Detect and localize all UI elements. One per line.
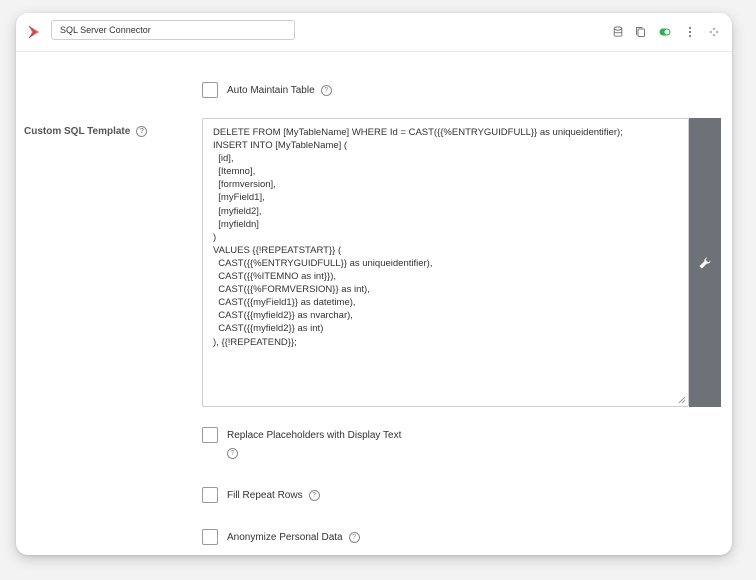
wrench-icon: [699, 256, 711, 268]
sql-line: CAST({{myfield2}} as nvarchar),: [213, 310, 353, 322]
sql-line: CAST({{%FORMVERSION}} as int),: [213, 284, 370, 296]
sql-line: CAST({{%ENTRYGUIDFULL}} as uniqueidentif…: [213, 257, 433, 269]
anonymize-checkbox[interactable]: [202, 529, 218, 545]
fill-repeat-checkbox[interactable]: [202, 487, 218, 503]
anonymize-label: Anonymize Personal Data: [227, 531, 343, 543]
help-icon[interactable]: ?: [136, 126, 148, 137]
fill-repeat-row: Fill Repeat Rows ?: [202, 487, 320, 503]
sql-line: [formversion],: [213, 179, 276, 191]
replace-placeholders-label: Replace Placeholders with Display Text: [227, 429, 402, 441]
help-icon[interactable]: ?: [308, 489, 320, 501]
auto-maintain-label: Auto Maintain Table: [227, 84, 315, 96]
toggle-icon[interactable]: [658, 25, 672, 39]
help-icon[interactable]: ?: [320, 84, 332, 96]
sql-line: CAST({{myfield2}} as int): [213, 323, 324, 335]
auto-maintain-checkbox[interactable]: [202, 82, 218, 98]
sql-line: ): [213, 231, 217, 243]
sql-builder-button[interactable]: [689, 118, 721, 407]
card-header: [16, 13, 732, 52]
connector-card: Auto Maintain Table ? Custom SQL Templat…: [16, 13, 732, 555]
sql-line: [Itemno],: [213, 166, 256, 178]
help-icon[interactable]: ?: [227, 448, 238, 459]
database-icon[interactable]: [611, 25, 625, 39]
custom-sql-label: Custom SQL Template ?: [24, 126, 148, 137]
custom-sql-label-text: Custom SQL Template: [24, 126, 131, 137]
connector-name-input[interactable]: [51, 20, 295, 40]
move-icon[interactable]: [707, 25, 721, 39]
sql-line: INSERT INTO [MyTableName] (: [213, 140, 348, 152]
sql-line: [myField1],: [213, 192, 265, 204]
anonymize-row: Anonymize Personal Data ?: [202, 529, 360, 545]
help-icon[interactable]: ?: [348, 531, 360, 543]
sql-line: VALUES {{!REPEATSTART}} (: [213, 244, 342, 256]
replace-placeholders-checkbox[interactable]: [202, 427, 218, 443]
resize-handle-icon[interactable]: [678, 396, 686, 404]
sql-line: ), {{!REPEATEND}};: [213, 336, 297, 348]
sql-line: [myfield2],: [213, 205, 262, 217]
auto-maintain-row: Auto Maintain Table ?: [202, 82, 332, 98]
sql-line: [id],: [213, 153, 234, 165]
sql-line: CAST({{myField1}} as datetime),: [213, 297, 356, 309]
sql-line: DELETE FROM [MyTableName] WHERE Id = CAS…: [213, 127, 623, 138]
connector-logo-icon: [28, 25, 39, 39]
copy-icon[interactable]: [633, 25, 647, 39]
more-vert-icon[interactable]: [683, 25, 697, 39]
sql-line: CAST({{%ITEMNO as int}}),: [213, 271, 337, 283]
sql-template-textarea[interactable]: DELETE FROM [MyTableName] WHERE Id = CAS…: [202, 118, 689, 407]
sql-line: [myfieldn]: [213, 218, 259, 230]
replace-placeholders-row: Replace Placeholders with Display Text: [202, 427, 401, 443]
fill-repeat-label: Fill Repeat Rows: [227, 489, 303, 501]
